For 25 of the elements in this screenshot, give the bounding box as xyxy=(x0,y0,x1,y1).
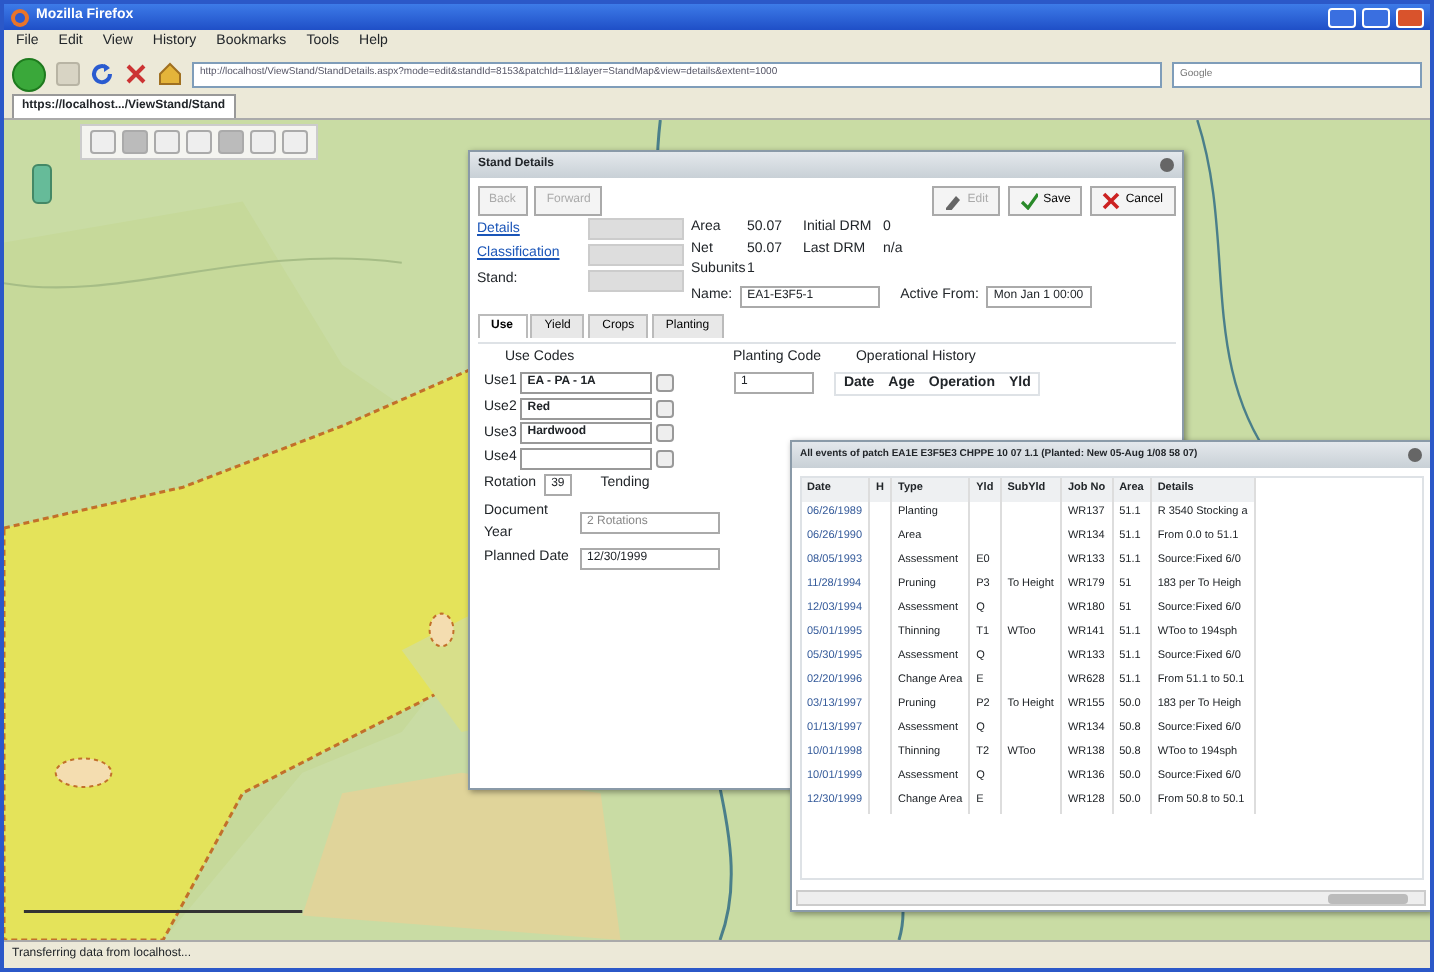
close-button[interactable] xyxy=(1396,7,1424,27)
browser-logo-icon xyxy=(10,7,30,27)
close-button[interactable] xyxy=(1160,158,1174,172)
map-tool-button[interactable] xyxy=(154,130,180,154)
cross-icon xyxy=(1101,191,1120,209)
maximize-button[interactable] xyxy=(1362,7,1390,27)
stand-field xyxy=(588,218,684,241)
zoom-control[interactable] xyxy=(32,164,52,204)
map-tool-button[interactable] xyxy=(282,130,308,154)
map-tool-button[interactable] xyxy=(90,130,116,154)
dropdown-field[interactable] xyxy=(519,448,652,470)
forward-button[interactable] xyxy=(56,62,80,86)
stop-icon[interactable] xyxy=(124,62,148,86)
close-button[interactable] xyxy=(1408,448,1422,462)
home-icon[interactable] xyxy=(158,62,182,86)
stand-field xyxy=(588,269,684,292)
minimize-button[interactable] xyxy=(1328,7,1356,27)
pencil-icon xyxy=(943,191,962,209)
map-tool-button[interactable] xyxy=(186,130,212,154)
map-tool-button[interactable] xyxy=(250,130,276,154)
horizontal-scrollbar[interactable] xyxy=(796,890,1426,906)
back-button[interactable] xyxy=(12,57,46,91)
stand-field xyxy=(588,244,684,266)
reload-icon[interactable] xyxy=(90,62,114,86)
check-icon xyxy=(1019,191,1038,209)
